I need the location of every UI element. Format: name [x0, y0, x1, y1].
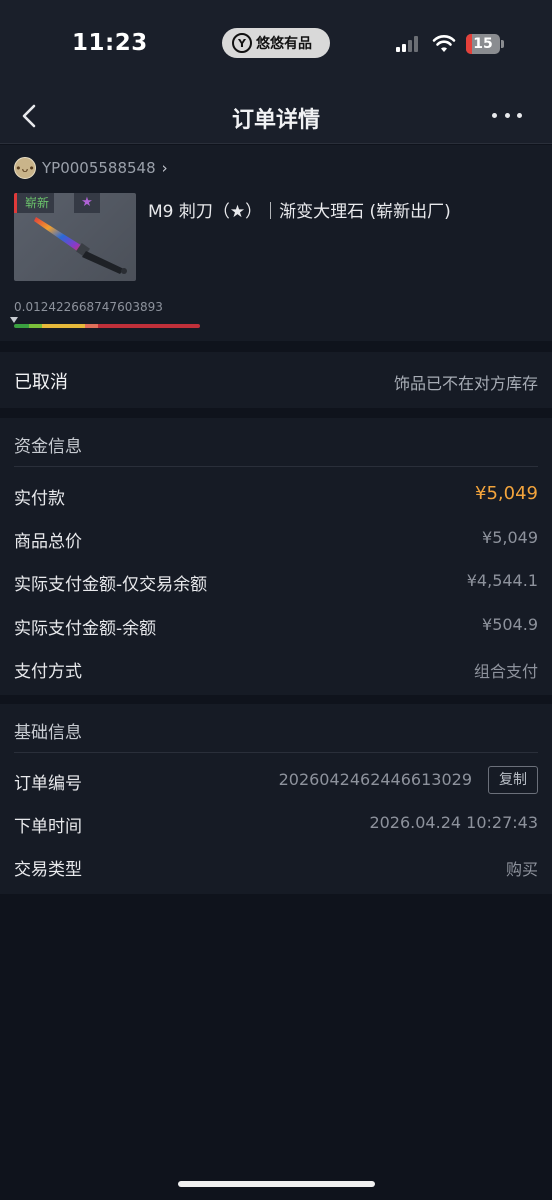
info-row: 交易类型 购买: [0, 847, 552, 887]
row-label: 实付款: [14, 489, 65, 509]
knife-image: [34, 217, 127, 274]
page-title: 订单详情: [231, 108, 320, 133]
row-value: ¥4,544.1: [466, 571, 538, 590]
section-title: 基础信息: [14, 723, 82, 743]
row-label: 交易类型: [14, 860, 82, 880]
basic-info-section: 基础信息 订单编号 2026042462446613029 复制 下单时间 20…: [0, 704, 552, 894]
fund-row: 实际支付金额-仅交易余额 ¥4,544.1: [0, 562, 552, 602]
order-time: 2026.04.24 10:27:43: [369, 813, 538, 832]
row-value: ¥504.9: [482, 615, 538, 634]
home-indicator[interactable]: [178, 1181, 375, 1187]
order-status: 已取消: [14, 372, 68, 393]
float-bar-segment: [84, 324, 98, 328]
float-marker-icon: [10, 317, 18, 323]
float-bar-segment: [14, 324, 29, 328]
row-value: 组合支付: [473, 662, 538, 681]
float-value: 0.012422668747603893: [14, 300, 163, 314]
float-bar-segment: [28, 324, 42, 328]
row-label: 实际支付金额-仅交易余额: [14, 575, 208, 595]
float-bar-segment: [97, 324, 200, 328]
order-status-row: 已取消 饰品已不在对方库存: [0, 352, 552, 408]
app-name: 悠悠有品: [256, 36, 312, 52]
divider: [14, 752, 538, 753]
row-label: 商品总价: [14, 532, 82, 552]
more-horizontal-icon[interactable]: [492, 110, 522, 120]
fund-row: 支付方式 组合支付: [0, 649, 552, 689]
battery-icon: 15: [466, 34, 500, 54]
row-label: 支付方式: [14, 662, 82, 682]
battery-level: 15: [473, 36, 493, 52]
wear-badge: 崭新: [14, 193, 55, 213]
status-time: 11:23: [72, 30, 148, 56]
fund-row: 商品总价 ¥5,049: [0, 519, 552, 559]
row-value: ¥5,049: [482, 528, 538, 547]
seller-link[interactable]: •ᴗ• YP0005588548 ›: [14, 157, 168, 179]
paid-amount: ¥5,049: [475, 483, 538, 504]
row-label: 订单编号: [14, 774, 82, 794]
float-bar-segment: [41, 324, 85, 328]
float-bar: [14, 324, 200, 328]
info-row: 订单编号 2026042462446613029 复制: [0, 761, 552, 801]
app-indicator[interactable]: Y 悠悠有品: [222, 28, 330, 58]
wifi-icon: [432, 35, 456, 52]
cellular-signal-icon: [396, 36, 418, 52]
avatar: •ᴗ•: [14, 157, 36, 179]
star-icon: ★: [74, 193, 100, 213]
nav-bar: 订单详情: [0, 88, 552, 144]
row-label: 实际支付金额-余额: [14, 619, 157, 639]
row-label: 下单时间: [14, 817, 82, 837]
divider: [14, 466, 538, 467]
funds-section: 资金信息 实付款 ¥5,049 商品总价 ¥5,049 实际支付金额-仅交易余额…: [0, 418, 552, 695]
order-number: 2026042462446613029: [278, 770, 472, 789]
fund-row: 实付款 ¥5,049: [0, 476, 552, 516]
item-card: •ᴗ• YP0005588548 › 崭新 ★ M9 刺刀（★）｜渐变大理石 (…: [0, 145, 552, 341]
status-bar: 11:23 Y 悠悠有品 15: [0, 0, 552, 88]
item-image[interactable]: 崭新 ★: [14, 193, 136, 281]
fund-row: 实际支付金额-余额 ¥504.9: [0, 606, 552, 646]
cancel-reason: 饰品已不在对方库存: [393, 374, 538, 393]
chevron-right-icon: ›: [161, 159, 168, 177]
section-title: 资金信息: [14, 437, 82, 457]
trade-type: 购买: [505, 860, 538, 879]
seller-id: YP0005588548: [42, 159, 156, 177]
info-row: 下单时间 2026.04.24 10:27:43: [0, 804, 552, 844]
app-logo-icon: Y: [232, 33, 252, 53]
copy-button[interactable]: 复制: [488, 766, 538, 794]
item-name[interactable]: M9 刺刀（★）｜渐变大理石 (崭新出厂): [148, 197, 451, 222]
